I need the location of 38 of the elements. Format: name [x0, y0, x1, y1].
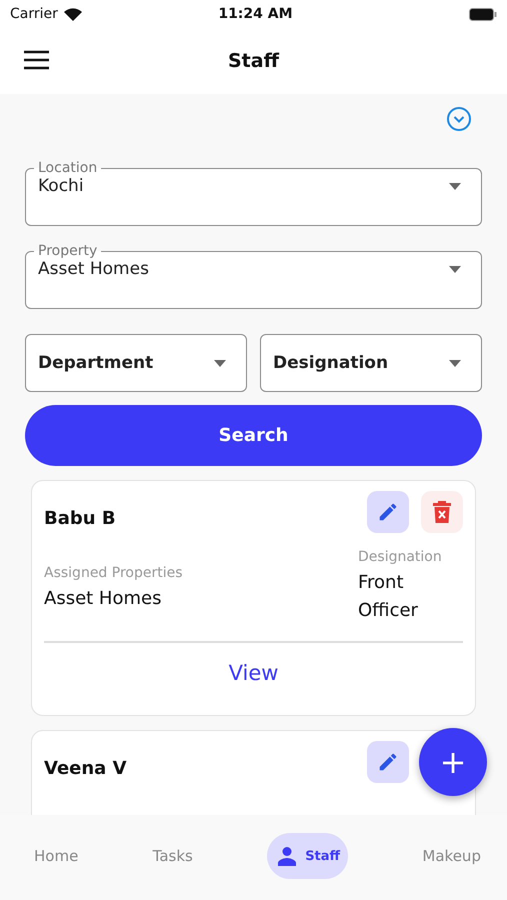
department-dropdown[interactable]: Department	[25, 334, 247, 392]
location-value: Kochi	[38, 176, 85, 196]
nav-tab[interactable]: Tasks	[152, 833, 193, 879]
delete-button[interactable]	[421, 491, 463, 533]
dropdown-caret-icon	[214, 360, 226, 366]
dropdown-caret-icon	[449, 182, 461, 190]
pencil-icon	[377, 501, 399, 523]
view-link[interactable]: View	[44, 643, 463, 715]
property-value: Asset Homes	[38, 259, 150, 279]
edit-button[interactable]	[367, 491, 409, 533]
dropdown-caret-icon	[449, 266, 461, 272]
designation-label: Designation	[358, 549, 443, 565]
designation-dropdown[interactable]: Designation	[260, 334, 482, 392]
nav-tab[interactable]: Staff	[267, 833, 348, 879]
status-time: 11:24 AM	[218, 6, 293, 22]
assigned-properties-label: Assigned Properties	[44, 565, 183, 581]
screen-title: Staff	[228, 50, 279, 72]
nav-tab[interactable]: Makeup	[422, 833, 481, 879]
property-dropdown[interactable]: Property Asset Homes	[25, 243, 482, 309]
trash-icon	[433, 501, 451, 523]
location-label: Location	[37, 160, 98, 176]
menu-button[interactable]	[24, 50, 49, 70]
person-icon	[277, 846, 298, 866]
dropdown-caret-icon	[449, 360, 461, 366]
battery-icon	[468, 8, 497, 20]
carrier-label: Carrier	[10, 6, 58, 22]
assigned-properties-value: Asset Homes	[44, 587, 162, 611]
expand-chevron-button[interactable]	[446, 106, 472, 132]
wifi-icon	[64, 8, 82, 20]
staff-name: Babu B	[44, 508, 116, 528]
staff-name: Veena V	[44, 758, 127, 778]
property-label: Property	[37, 243, 98, 259]
pencil-icon	[377, 751, 399, 773]
location-dropdown[interactable]: Location Kochi	[25, 160, 482, 226]
nav-tab[interactable]: Home	[34, 833, 78, 879]
designation-value: Front Officer	[358, 571, 419, 623]
edit-button[interactable]	[367, 741, 409, 783]
search-button[interactable]: Search	[25, 405, 482, 466]
